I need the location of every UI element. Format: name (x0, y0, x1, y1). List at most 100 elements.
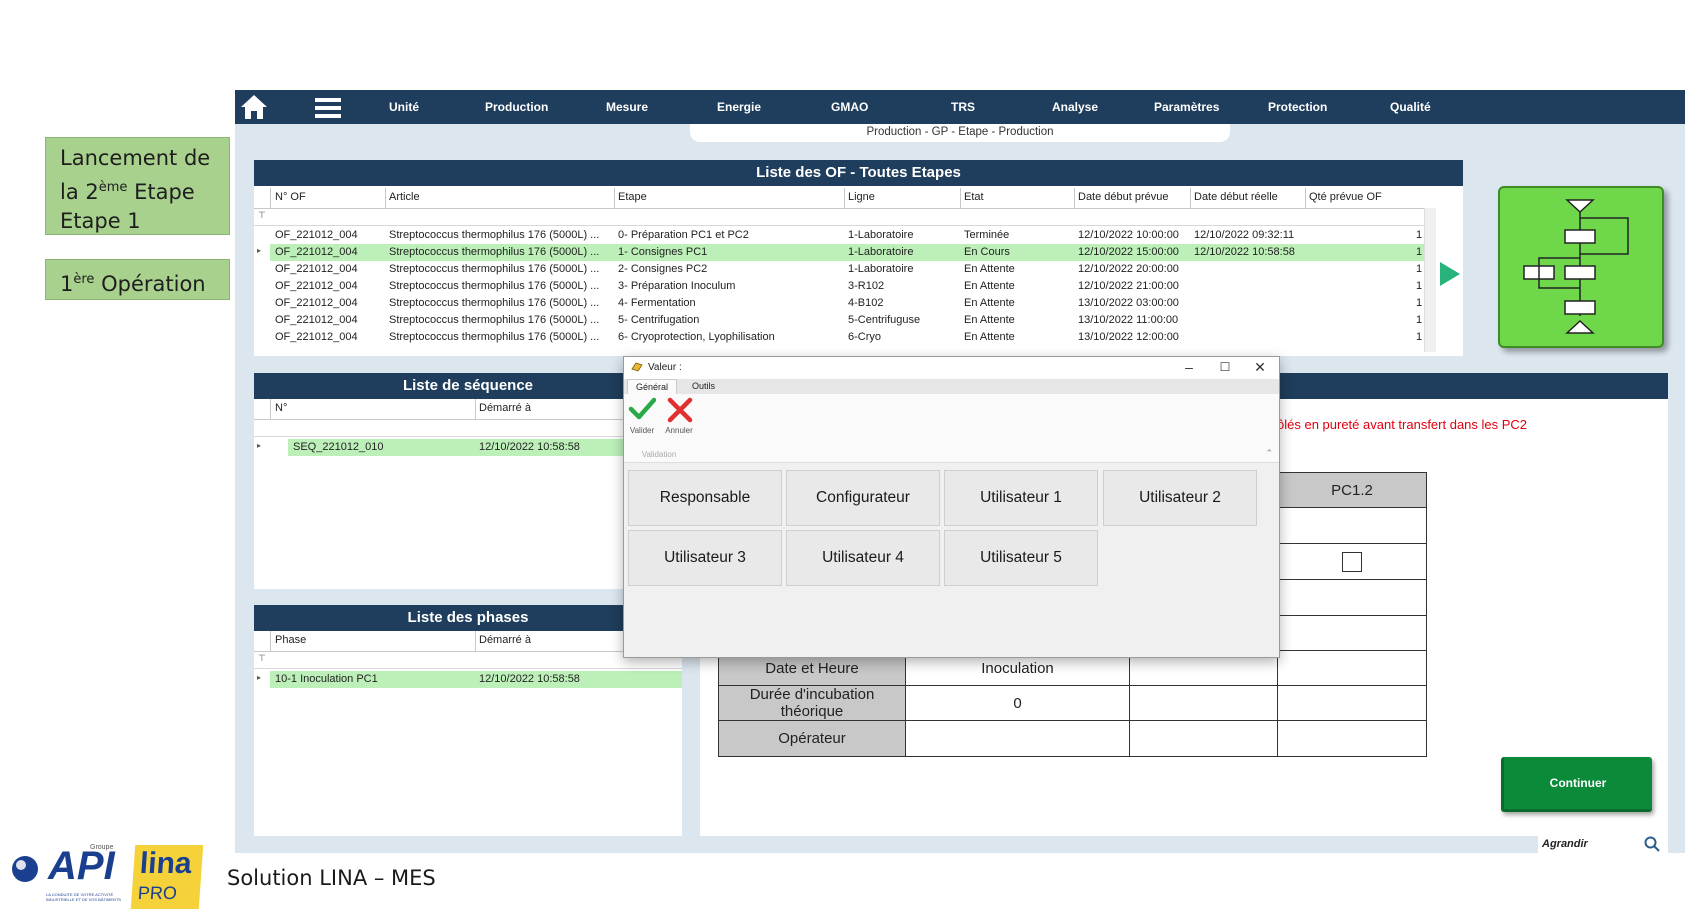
user-button-responsable[interactable]: Responsable (628, 470, 782, 526)
validate-icon[interactable] (628, 396, 657, 422)
cell-ligne: 1-Laboratoire (848, 229, 914, 241)
col-article[interactable]: Article (389, 191, 420, 203)
note-launch-line2-sup: ème (98, 180, 128, 195)
table-row[interactable]: OF_221012_004 Streptococcus thermophilus… (254, 295, 1434, 312)
of-filter-row[interactable]: ⊤ (254, 209, 1434, 226)
collapse-ribbon-icon[interactable]: ⌃ (1265, 448, 1273, 459)
dialog-title: Valeur : (648, 362, 682, 373)
nav-production[interactable]: Production (485, 90, 548, 124)
table-row[interactable]: OF_221012_004 Streptococcus thermophilus… (254, 227, 1434, 244)
table-cell (1277, 615, 1427, 651)
maximize-icon[interactable]: ☐ (1215, 360, 1235, 374)
note-operation-sup: ère (73, 272, 95, 287)
tab-outils[interactable]: Outils (684, 379, 723, 394)
user-button-configurateur[interactable]: Configurateur (786, 470, 940, 526)
nav-energie[interactable]: Energie (717, 90, 761, 124)
nav-analyse[interactable]: Analyse (1052, 90, 1098, 124)
table-row[interactable]: OF_221012_004 Streptococcus thermophilus… (254, 312, 1434, 329)
api-group-text: Groupe (90, 844, 114, 851)
note-operation-suffix: Opération (94, 272, 206, 296)
workflow-diagram-button[interactable] (1498, 186, 1664, 348)
user-button-utilisateur-1[interactable]: Utilisateur 1 (944, 470, 1098, 526)
table-row[interactable]: OF_221012_004 Streptococcus thermophilus… (254, 329, 1434, 346)
table-cell (1129, 720, 1278, 757)
nav-protection[interactable]: Protection (1268, 90, 1327, 124)
cell-qte: 1 (1416, 229, 1423, 241)
continue-button[interactable]: Continuer (1501, 757, 1652, 812)
cell-phase-start: 12/10/2022 10:58:58 (479, 673, 580, 685)
col-etape[interactable]: Etape (618, 191, 647, 203)
nav-unite[interactable]: Unité (389, 90, 419, 124)
col-of[interactable]: N° OF (275, 191, 306, 203)
col-seq-start[interactable]: Démarré à (479, 402, 531, 414)
value-dialog: Valeur : – ☐ ✕ Général Outils Valider An… (623, 356, 1280, 658)
sequence-filter-row[interactable] (254, 420, 682, 437)
phase-grid-header: Phase Démarré à (254, 631, 682, 652)
cancel-label[interactable]: Annuler (661, 426, 697, 435)
cell-qte: 1 (1416, 331, 1423, 343)
col-date-prevue[interactable]: Date début prévue (1078, 191, 1169, 203)
table-row-selected[interactable]: ▸ OF_221012_004 Streptococcus thermophil… (257, 244, 1434, 261)
agrandir-field[interactable]: Agrandir (1538, 835, 1668, 853)
note-launch-line3: Etape 1 (60, 209, 141, 233)
close-icon[interactable]: ✕ (1250, 359, 1270, 376)
table-cell (1277, 507, 1427, 544)
top-navbar: Unité Production Mesure Energie GMAO TRS… (235, 90, 1685, 124)
row-value-operator[interactable] (905, 720, 1130, 757)
note-launch-line1: Lancement de (60, 146, 211, 170)
tab-general[interactable]: Général (627, 379, 678, 395)
col-date-reelle[interactable]: Date début réelle (1194, 191, 1278, 203)
note-operation-prefix: 1 (60, 272, 74, 296)
sequence-list-grid: N° Démarré à ▸ SEQ_221012_010 12/10/2022… (254, 399, 682, 589)
cell-article: Streptococcus thermophilus 176 (5000L) .… (389, 280, 600, 292)
user-button-utilisateur-5[interactable]: Utilisateur 5 (944, 530, 1098, 586)
phase-row-selected[interactable]: ▸ 10-1 Inoculation PC1 12/10/2022 10:58:… (257, 671, 682, 688)
nav-gmao[interactable]: GMAO (831, 90, 868, 124)
pc12-checkbox[interactable] (1342, 551, 1362, 572)
phase-list-grid: Phase Démarré à ⊤ ▸ 10-1 Inoculation PC1… (254, 631, 682, 836)
api-logo: API Groupe LA CONDUITE DE VOTRE ACTIVITÉ… (10, 844, 121, 908)
user-button-utilisateur-3[interactable]: Utilisateur 3 (628, 530, 782, 586)
phase-filter-row[interactable]: ⊤ (254, 652, 682, 669)
col-ligne[interactable]: Ligne (848, 191, 875, 203)
cell-date-prevue: 12/10/2022 15:00:00 (1078, 246, 1179, 258)
table-row[interactable]: OF_221012_004 Streptococcus thermophilus… (254, 278, 1434, 295)
menu-icon[interactable] (315, 98, 341, 118)
cancel-icon[interactable] (666, 396, 694, 424)
cell-of: OF_221012_004 (275, 229, 358, 241)
col-phase-start[interactable]: Démarré à (479, 634, 531, 646)
nav-parametres[interactable]: Paramètres (1154, 90, 1219, 124)
col-etat[interactable]: Etat (964, 191, 984, 203)
row-value-duration[interactable]: 0 (905, 685, 1130, 721)
breadcrumb: Production - GP - Etape - Production (690, 124, 1230, 142)
row-label-duration: Durée d'incubation théorique (718, 685, 906, 721)
col-phase[interactable]: Phase (275, 634, 306, 646)
user-button-utilisateur-2[interactable]: Utilisateur 2 (1103, 470, 1257, 526)
of-grid-scrollbar[interactable] (1424, 208, 1436, 352)
cell-etat: En Cours (964, 246, 1010, 258)
table-row[interactable]: OF_221012_004 Streptococcus thermophilus… (254, 261, 1434, 278)
table-cell (1277, 685, 1427, 721)
lina-pro-text: PRO (137, 883, 178, 903)
nav-trs[interactable]: TRS (951, 90, 975, 124)
validate-label[interactable]: Valider (624, 426, 660, 435)
col-qte[interactable]: Qté prévue OF (1309, 191, 1382, 203)
cell-seq: SEQ_221012_010 (293, 441, 384, 453)
home-icon[interactable] (239, 93, 269, 121)
cell-of: OF_221012_004 (275, 280, 358, 292)
lina-pro-logo: lina PRO (130, 845, 204, 909)
cell-etape: 4- Fermentation (618, 297, 696, 309)
cell-etat: Terminée (964, 229, 1010, 241)
minimize-icon[interactable]: – (1179, 359, 1199, 375)
search-icon[interactable] (1644, 836, 1660, 858)
user-button-utilisateur-4[interactable]: Utilisateur 4 (786, 530, 940, 586)
cell-date-prevue: 12/10/2022 10:00:00 (1078, 229, 1179, 241)
nav-mesure[interactable]: Mesure (606, 90, 648, 124)
workflow-diagram-icon (1523, 199, 1629, 334)
dialog-ribbon: Valider Annuler Validation ⌃ (624, 394, 1279, 463)
nav-qualite[interactable]: Qualité (1390, 90, 1431, 124)
play-arrow-icon[interactable] (1440, 262, 1460, 286)
cell-of: OF_221012_004 (275, 297, 358, 309)
col-seq-num[interactable]: N° (275, 402, 287, 414)
cell-ligne: 5-Centrifuguse (848, 314, 921, 326)
